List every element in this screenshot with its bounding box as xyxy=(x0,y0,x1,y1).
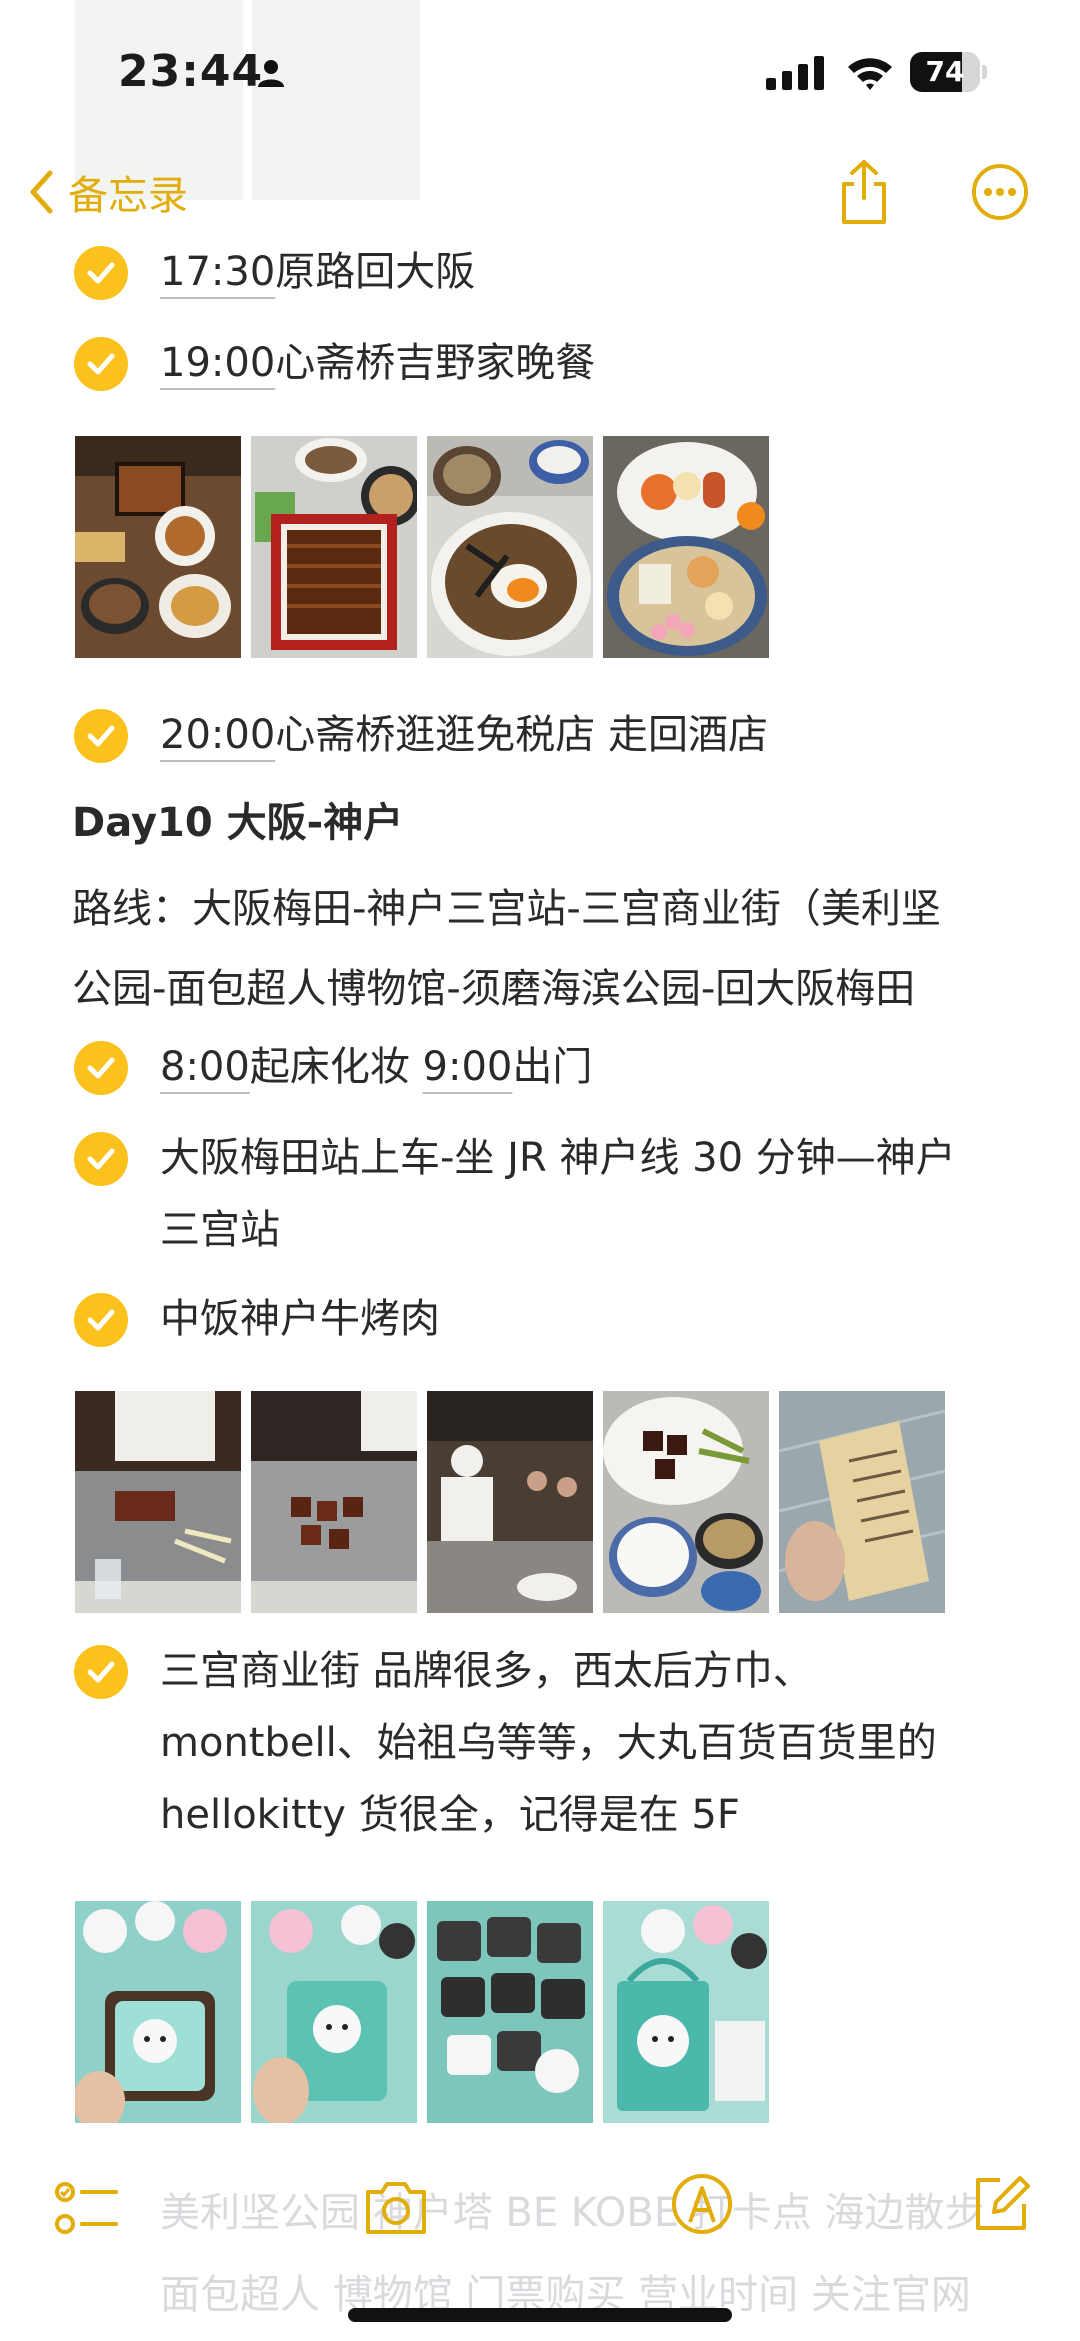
markup-button[interactable] xyxy=(670,2172,734,2240)
time-link[interactable]: 9:00 xyxy=(423,1044,513,1090)
battery-icon: 74 xyxy=(910,52,988,92)
status-bar: 23:44 74 xyxy=(0,0,1080,200)
checklist-icon xyxy=(55,2182,118,2234)
back-button[interactable]: 备忘录 xyxy=(28,160,188,224)
time-link[interactable]: 19:00 xyxy=(160,340,275,386)
checklist-item-text: 中饭神户牛烤肉 xyxy=(160,1296,440,1342)
more-icon xyxy=(972,164,1028,220)
time-link[interactable]: 20:00 xyxy=(160,712,275,758)
cellular-signal-icon xyxy=(766,56,826,94)
back-label: 备忘录 xyxy=(68,173,188,219)
time-link[interactable]: 17:30 xyxy=(160,249,275,295)
compose-icon xyxy=(976,2176,1030,2230)
home-indicator[interactable] xyxy=(348,2308,732,2322)
checkbox-checked[interactable] xyxy=(74,709,128,763)
photo-row-hellokitty xyxy=(75,1901,769,2123)
share-icon xyxy=(842,160,886,224)
checkmark-icon xyxy=(87,262,115,284)
receipt-photo[interactable] xyxy=(779,1391,945,1613)
checklist-item-text: 20:00心斋桥逛逛免税店 走回酒店 xyxy=(160,712,768,758)
restaurant-counter-photo[interactable] xyxy=(427,1391,593,1613)
checklist-button[interactable] xyxy=(54,2180,118,2242)
faded-photo-strip xyxy=(252,0,420,200)
time-link[interactable]: 8:00 xyxy=(160,1044,250,1090)
checkbox-checked[interactable] xyxy=(74,1293,128,1347)
unagi-don-photo[interactable] xyxy=(251,436,417,658)
kitty-tote-photo[interactable] xyxy=(603,1901,769,2123)
checkmark-icon xyxy=(87,725,115,747)
checkbox-checked[interactable] xyxy=(74,337,128,391)
wifi-icon xyxy=(846,54,894,96)
checklist-item-text: 19:00心斋桥吉野家晚餐 xyxy=(160,340,596,386)
checkmark-icon xyxy=(87,1309,115,1331)
battery-level-text: 74 xyxy=(925,55,965,88)
more-button[interactable] xyxy=(970,162,1030,226)
kitty-pouch-photo[interactable] xyxy=(75,1901,241,2123)
checklist-item-text: hellokitty 货很全，记得是在 5F xyxy=(160,1792,740,1838)
oden-plate-photo[interactable] xyxy=(603,436,769,658)
checklist-item-text: 17:30原路回大阪 xyxy=(160,249,476,295)
checklist-item-text: 大阪梅田站上车-坐 JR 神户线 30 分钟—神户 xyxy=(160,1135,956,1181)
checklist-item-text: 三宫站 xyxy=(160,1207,280,1253)
grilled-beef-photo[interactable] xyxy=(251,1391,417,1613)
checkmark-icon xyxy=(87,1057,115,1079)
checkmark-icon xyxy=(87,353,115,375)
photo-row-dinner xyxy=(75,436,769,658)
day-heading: Day10 大阪-神户 xyxy=(72,800,404,846)
compose-button[interactable] xyxy=(970,2172,1032,2238)
bottom-toolbar xyxy=(0,2150,1080,2250)
checklist-item-text: montbell、始祖乌等等，大丸百货百货里的 xyxy=(160,1720,937,1766)
checkmark-icon xyxy=(87,1148,115,1170)
chevron-left-icon xyxy=(30,170,53,214)
steak-meal-photo[interactable] xyxy=(603,1391,769,1613)
person-icon xyxy=(256,58,286,92)
camera-button[interactable] xyxy=(362,2178,430,2240)
route-text-line: 路线：大阪梅田-神户三宫站-三宫商业街（美利坚 xyxy=(72,886,941,932)
status-time: 23:44 xyxy=(118,46,264,97)
share-button[interactable] xyxy=(836,158,892,230)
route-text-line: 公园-面包超人博物馆-须磨海滨公园-回大阪梅田 xyxy=(72,966,916,1012)
checkbox-checked[interactable] xyxy=(74,1041,128,1095)
camera-icon xyxy=(366,2182,426,2234)
rice-bowl-egg-photo[interactable] xyxy=(427,436,593,658)
teppanyaki-chef-photo[interactable] xyxy=(75,1391,241,1613)
checklist-item-text: 三宫商业街 品牌很多，西太后方巾、 xyxy=(160,1648,813,1694)
checkmark-icon xyxy=(87,1661,115,1683)
kitty-tins-photo[interactable] xyxy=(427,1901,593,2123)
checkbox-checked[interactable] xyxy=(74,246,128,300)
markup-pen-icon xyxy=(672,2174,732,2234)
photo-row-teppanyaki xyxy=(75,1391,945,1613)
checkbox-checked[interactable] xyxy=(74,1645,128,1699)
kitty-bag-photo[interactable] xyxy=(251,1901,417,2123)
checklist-item-text: 8:00起床化妆 9:00出门 xyxy=(160,1044,593,1090)
checkbox-checked[interactable] xyxy=(74,1132,128,1186)
beef-bowl-set-photo[interactable] xyxy=(75,436,241,658)
